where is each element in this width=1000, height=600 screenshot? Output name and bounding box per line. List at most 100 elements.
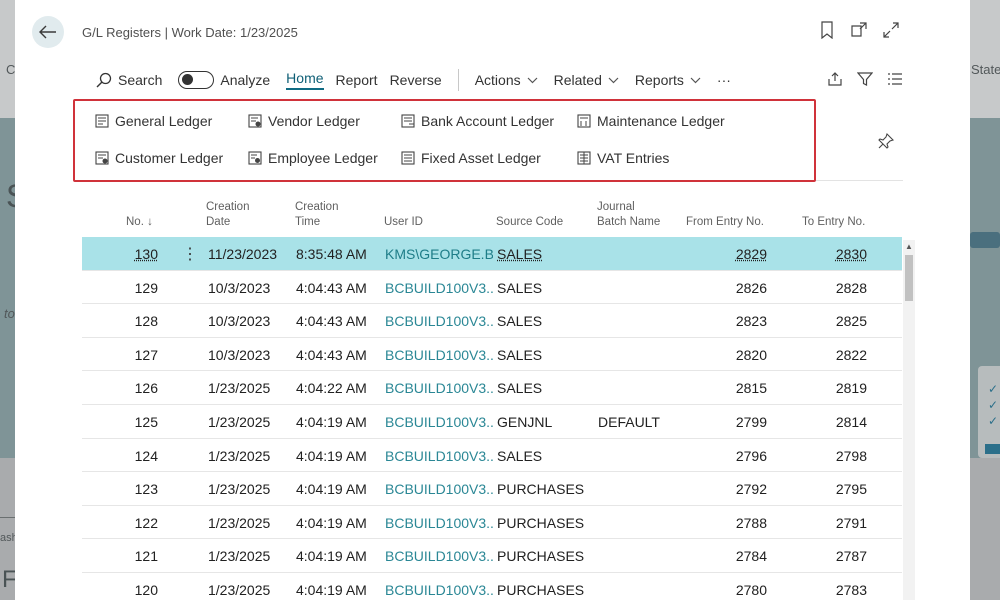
analyze-toggle[interactable]: Analyze: [170, 62, 278, 98]
bookmark-icon[interactable]: [818, 21, 836, 39]
cell-to-entry[interactable]: 2791: [817, 515, 867, 531]
cell-creation-date: 1/23/2025: [208, 515, 270, 531]
cell-no[interactable]: 124: [102, 448, 158, 464]
header-line: Journal: [597, 200, 660, 215]
cell-creation-time: 4:04:19 AM: [296, 582, 367, 598]
row-menu-icon[interactable]: ⋮: [182, 244, 198, 264]
cell-from-entry[interactable]: 2815: [702, 380, 767, 396]
cell-no[interactable]: 126: [102, 380, 158, 396]
cell-creation-time: 4:04:43 AM: [296, 280, 367, 296]
cell-to-entry[interactable]: 2783: [817, 582, 867, 598]
cell-to-entry[interactable]: 2822: [817, 347, 867, 363]
scroll-thumb[interactable]: [905, 255, 913, 301]
cell-from-entry[interactable]: 2829: [702, 246, 767, 262]
report-label: Report: [336, 72, 378, 88]
cell-to-entry[interactable]: 2795: [817, 481, 867, 497]
column-header-source-code[interactable]: Source Code: [496, 215, 563, 230]
expand-icon[interactable]: [882, 21, 900, 39]
cell-no[interactable]: 120: [102, 582, 158, 598]
more-options-button[interactable]: ···: [709, 62, 739, 98]
cell-creation-date: 1/23/2025: [208, 414, 270, 430]
cell-user-id: BCBUILD100V3...: [385, 548, 493, 564]
cell-from-entry[interactable]: 2823: [702, 313, 767, 329]
table-row[interactable]: 125 1/23/2025 4:04:19 AM BCBUILD100V3... GEN…: [82, 405, 902, 439]
cell-to-entry[interactable]: 2798: [817, 448, 867, 464]
cell-from-entry[interactable]: 2780: [702, 582, 767, 598]
related-menu[interactable]: Related: [546, 62, 627, 98]
tab-report[interactable]: Report: [332, 62, 382, 98]
cell-to-entry[interactable]: 2787: [817, 548, 867, 564]
search-button[interactable]: Search: [88, 62, 170, 98]
cell-user-id: BCBUILD100V3...: [385, 347, 493, 363]
share-icon[interactable]: [827, 71, 843, 90]
cell-creation-time: 4:04:19 AM: [296, 448, 367, 464]
column-header-from-entry[interactable]: From Entry No.: [686, 215, 764, 230]
cell-no[interactable]: 125: [102, 414, 158, 430]
cell-creation-date: 10/3/2023: [208, 313, 270, 329]
tab-home[interactable]: Home: [278, 62, 331, 98]
header-line: Creation: [295, 200, 338, 215]
table-row[interactable]: 126 1/23/2025 4:04:22 AM BCBUILD100V3... SAL…: [82, 371, 902, 405]
table-row[interactable]: 122 1/23/2025 4:04:19 AM BCBUILD100V3... PUR…: [82, 506, 902, 540]
cell-from-entry[interactable]: 2784: [702, 548, 767, 564]
table-row[interactable]: 130 11/23/2023 8:35:48 AM KMS\GEORGE.B...SA…: [82, 237, 902, 271]
column-header-to-entry[interactable]: To Entry No.: [802, 215, 865, 230]
column-header-journal-batch[interactable]: Journal Batch Name: [597, 200, 660, 230]
cell-no[interactable]: 122: [102, 515, 158, 531]
table-row[interactable]: 128 10/3/2023 4:04:43 AM BCBUILD100V3... SAL…: [82, 304, 902, 338]
cell-to-entry[interactable]: 2830: [817, 246, 867, 262]
column-header-no[interactable]: No. ↓: [126, 215, 153, 230]
chevron-down-icon: [527, 77, 538, 84]
cell-from-entry[interactable]: 2792: [702, 481, 767, 497]
cell-no[interactable]: 127: [102, 347, 158, 363]
filter-icon[interactable]: [857, 71, 873, 90]
chevron-down-icon: [690, 77, 701, 84]
background-left-text: C: [6, 62, 15, 77]
table-row[interactable]: 127 10/3/2023 4:04:43 AM BCBUILD100V3... SAL…: [82, 338, 902, 372]
cell-no[interactable]: 128: [102, 313, 158, 329]
cell-to-entry[interactable]: 2828: [817, 280, 867, 296]
cell-to-entry[interactable]: 2819: [817, 380, 867, 396]
highlight-box: [73, 99, 816, 182]
reverse-label: Reverse: [390, 72, 442, 88]
table-row[interactable]: 121 1/23/2025 4:04:19 AM BCBUILD100V3... PUR…: [82, 539, 902, 573]
actions-label: Actions: [475, 72, 521, 88]
cell-no[interactable]: 123: [102, 481, 158, 497]
table-row[interactable]: 123 1/23/2025 4:04:19 AM BCBUILD100V3... PUR…: [82, 472, 902, 506]
cell-source-code: PURCHASES: [497, 548, 584, 564]
cell-creation-time: 4:04:43 AM: [296, 313, 367, 329]
table-row[interactable]: 120 1/23/2025 4:04:19 AM BCBUILD100V3... PUR…: [82, 573, 902, 600]
dialog-header: G/L Registers | Work Date: 1/23/2025: [15, 0, 970, 62]
cell-source-code: PURCHASES: [497, 481, 584, 497]
reports-menu[interactable]: Reports: [627, 62, 709, 98]
home-label: Home: [286, 70, 323, 90]
cell-from-entry[interactable]: 2788: [702, 515, 767, 531]
cell-from-entry[interactable]: 2820: [702, 347, 767, 363]
cell-creation-date: 11/23/2023: [208, 246, 277, 262]
related-label: Related: [554, 72, 602, 88]
column-header-user-id[interactable]: User ID: [384, 215, 423, 230]
cell-from-entry[interactable]: 2796: [702, 448, 767, 464]
reverse-button[interactable]: Reverse: [382, 62, 450, 98]
table-row[interactable]: 129 10/3/2023 4:04:43 AM BCBUILD100V3... SAL…: [82, 271, 902, 305]
vertical-scrollbar[interactable]: ▲: [903, 240, 915, 600]
table-row[interactable]: 124 1/23/2025 4:04:19 AM BCBUILD100V3... SAL…: [82, 439, 902, 473]
cell-no[interactable]: 130: [102, 246, 158, 262]
toggle-switch[interactable]: [178, 71, 214, 89]
pin-icon[interactable]: [877, 132, 895, 155]
cell-from-entry[interactable]: 2799: [702, 414, 767, 430]
column-header-creation-time[interactable]: Creation Time: [295, 200, 338, 230]
cell-source-code: SALES: [497, 280, 542, 296]
scroll-up-icon[interactable]: ▲: [905, 242, 913, 251]
cell-to-entry[interactable]: 2814: [817, 414, 867, 430]
cell-to-entry[interactable]: 2825: [817, 313, 867, 329]
back-button[interactable]: [32, 16, 64, 48]
cell-from-entry[interactable]: 2826: [702, 280, 767, 296]
list-view-icon[interactable]: [887, 72, 903, 89]
actions-menu[interactable]: Actions: [467, 62, 546, 98]
column-header-creation-date[interactable]: Creation Date: [206, 200, 249, 230]
cell-no[interactable]: 121: [102, 548, 158, 564]
cell-creation-time: 4:04:19 AM: [296, 481, 367, 497]
cell-no[interactable]: 129: [102, 280, 158, 296]
open-new-window-icon[interactable]: [850, 21, 868, 39]
